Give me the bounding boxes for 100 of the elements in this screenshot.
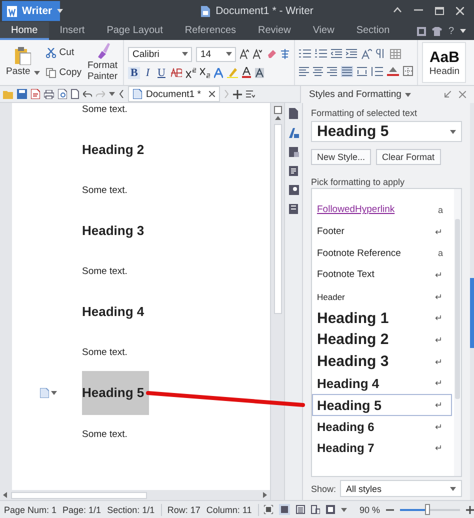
menu-tab[interactable]: Section	[345, 22, 401, 40]
distribute-icon[interactable]	[357, 66, 368, 76]
style-action-button[interactable]: Clear Format	[376, 149, 441, 165]
zoom-in-icon[interactable]	[466, 506, 474, 514]
chevron-left-icon[interactable]	[119, 90, 124, 98]
document-tab[interactable]: Document1 *	[128, 86, 220, 102]
save-icon[interactable]	[17, 89, 27, 99]
strikethrough-icon[interactable]	[171, 68, 182, 77]
style-list-item[interactable]: Heading 2 ↵	[312, 329, 452, 351]
style-list-item[interactable]: Heading 4 ↵	[312, 372, 452, 394]
copy-button[interactable]: Copy	[45, 65, 82, 80]
grow-font-icon[interactable]	[240, 49, 250, 59]
caret-icon[interactable]	[57, 9, 64, 13]
scroll-left-icon[interactable]	[3, 492, 7, 498]
undo-icon[interactable]	[83, 90, 92, 98]
eraser-icon[interactable]	[266, 49, 276, 59]
paragraph-mark-icon[interactable]	[376, 49, 386, 58]
anchor-marker[interactable]	[40, 388, 57, 398]
minimize-icon[interactable]	[414, 7, 423, 13]
style-list-item[interactable]: Heading 3 ↵	[312, 350, 452, 372]
menu-tab[interactable]: Review	[247, 22, 302, 40]
subscript-icon[interactable]	[200, 68, 210, 78]
text-direction-icon[interactable]	[361, 48, 372, 58]
page-view-icon[interactable]	[279, 504, 290, 515]
style-list-item[interactable]: Heading 6 ↵	[312, 416, 452, 438]
caret-icon[interactable]	[405, 92, 412, 96]
plus-icon[interactable]	[233, 90, 242, 98]
style-list-item[interactable]: Heading 1 ↵	[312, 307, 452, 330]
style-gallery-item[interactable]: AaB Headin	[422, 42, 466, 83]
style-list-item[interactable]: Footer ↵	[312, 220, 452, 242]
shirt-icon[interactable]	[432, 26, 442, 36]
shrink-font-icon[interactable]	[253, 49, 262, 59]
scrollbar-thumb[interactable]	[455, 219, 460, 399]
print-preview-icon[interactable]	[58, 89, 67, 99]
show-dropdown[interactable]: All styles	[340, 480, 462, 497]
decrease-indent-icon[interactable]	[331, 49, 342, 58]
app-menu-button[interactable]: Writer	[2, 1, 60, 21]
page-layout-icon[interactable]	[326, 505, 336, 514]
format-painter-button[interactable]: Format Painter	[85, 43, 120, 82]
style-action-button[interactable]: New Style...	[311, 149, 372, 165]
scroll-up-icon[interactable]	[274, 116, 280, 120]
close-icon[interactable]	[209, 91, 215, 97]
table-icon[interactable]	[390, 48, 402, 58]
text-effect-icon[interactable]	[214, 68, 224, 78]
dock-icon[interactable]	[444, 91, 451, 98]
align-right-icon[interactable]	[327, 66, 338, 76]
style-list-item[interactable]: Header ↵	[312, 286, 452, 308]
align-left-icon[interactable]	[299, 66, 310, 76]
styles-icon[interactable]	[288, 128, 298, 138]
phonetic-icon[interactable]	[280, 49, 290, 59]
bold-button[interactable]: B	[128, 66, 140, 78]
cut-button[interactable]: Cut	[45, 45, 82, 60]
caret-icon[interactable]	[51, 391, 57, 396]
align-center-icon[interactable]	[313, 66, 324, 76]
font-color-icon[interactable]	[242, 67, 252, 78]
document-icon[interactable]	[289, 108, 298, 119]
help-button[interactable]: ?	[448, 26, 454, 36]
current-style-field[interactable]: Heading 5	[311, 121, 462, 142]
scrollbar-thumb[interactable]	[11, 492, 147, 498]
char-shading-icon[interactable]	[255, 68, 264, 78]
functions-icon[interactable]	[289, 204, 298, 214]
italic-button[interactable]: I	[144, 66, 152, 78]
paste-button[interactable]: Paste	[4, 47, 42, 78]
caret-icon[interactable]	[226, 52, 232, 56]
caret-icon[interactable]	[182, 52, 188, 56]
menu-tab[interactable]: Page Layout	[96, 22, 174, 40]
style-list-item[interactable]: Footnote Reference a	[312, 242, 452, 264]
menu-tab[interactable]: View	[302, 22, 346, 40]
caret-icon[interactable]	[34, 70, 40, 74]
fullscreen-icon[interactable]	[264, 505, 274, 514]
panel-icon[interactable]	[417, 26, 426, 36]
scrollbar-thumb[interactable]	[274, 124, 282, 314]
page-setup-icon[interactable]	[288, 147, 298, 157]
menu-tab[interactable]: Insert	[48, 22, 96, 40]
comment-icon[interactable]	[40, 388, 49, 398]
line-spacing-icon[interactable]	[371, 66, 384, 76]
outline-view-icon[interactable]	[311, 505, 320, 514]
page-icon[interactable]	[71, 89, 79, 99]
caret-icon[interactable]	[341, 508, 348, 512]
caret-icon[interactable]	[450, 486, 456, 490]
increase-indent-icon[interactable]	[346, 49, 358, 58]
gallery-icon[interactable]	[288, 185, 298, 195]
page-nav-icon[interactable]	[274, 106, 282, 114]
close-icon[interactable]	[459, 91, 466, 98]
bullet-list-icon[interactable]	[299, 49, 312, 58]
menu-tab[interactable]: Home	[0, 22, 49, 40]
scroll-right-icon[interactable]	[263, 492, 267, 498]
zoom-slider[interactable]	[425, 504, 430, 514]
navigator-icon[interactable]	[289, 166, 298, 176]
menu-tab[interactable]: References	[174, 22, 248, 40]
caret-icon[interactable]	[109, 92, 115, 96]
tab-list-icon[interactable]	[246, 90, 255, 98]
superscript-icon[interactable]	[186, 68, 196, 78]
font-field[interactable]: Calibri	[128, 46, 192, 62]
style-list-item[interactable]: Heading 5 ↵	[312, 394, 452, 416]
maximize-icon[interactable]	[435, 7, 444, 15]
caret-icon[interactable]	[450, 130, 456, 134]
style-list-item[interactable]: Footnote Text ↵	[312, 264, 452, 286]
underline-button[interactable]: U	[156, 66, 168, 78]
style-list-item[interactable]: Heading 7 ↵	[312, 438, 452, 460]
